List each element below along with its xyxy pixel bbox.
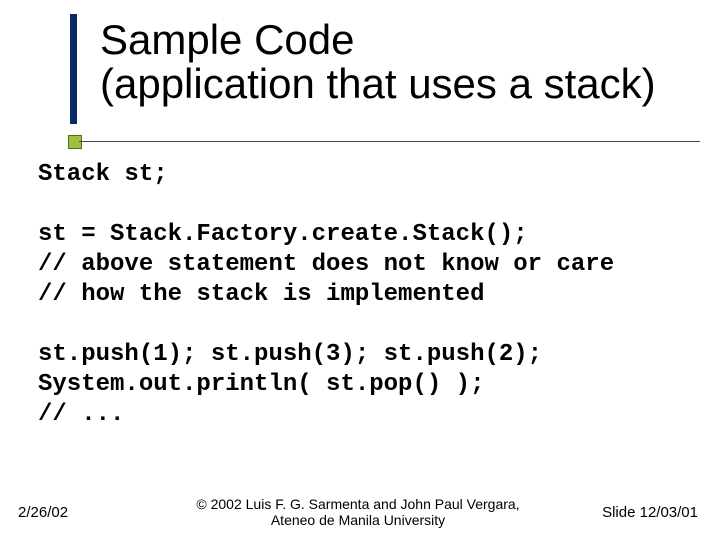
code-line: System.out.println( st.pop() );	[38, 371, 484, 398]
code-line: // ...	[38, 401, 124, 428]
footer-copyright: © 2002 Luis F. G. Sarmenta and John Paul…	[138, 496, 578, 528]
footer-slide-number: Slide 12/03/01	[578, 504, 698, 521]
code-line: st.push(1); st.push(3); st.push(2);	[38, 341, 542, 368]
slide-footer: 2/26/02 © 2002 Luis F. G. Sarmenta and J…	[0, 494, 720, 530]
title-accent-bar	[70, 14, 77, 124]
code-line: // how the stack is implemented	[38, 281, 484, 308]
code-line: // above statement does not know or care	[38, 251, 614, 278]
title-accent-dot	[68, 135, 82, 149]
footer-date: 2/26/02	[18, 504, 138, 521]
title-line-1: Sample Code	[100, 18, 700, 62]
footer-copyright-line-1: © 2002 Luis F. G. Sarmenta and John Paul…	[138, 496, 578, 512]
code-line: st = Stack.Factory.create.Stack();	[38, 221, 528, 248]
title-underline	[79, 141, 700, 142]
code-line: Stack st;	[38, 161, 168, 188]
slide: Sample Code (application that uses a sta…	[0, 0, 720, 540]
title-line-2: (application that uses a stack)	[100, 62, 700, 106]
slide-body-code: Stack st; st = Stack.Factory.create.Stac…	[38, 160, 682, 430]
slide-title: Sample Code (application that uses a sta…	[100, 18, 700, 106]
footer-copyright-line-2: Ateneo de Manila University	[138, 512, 578, 528]
